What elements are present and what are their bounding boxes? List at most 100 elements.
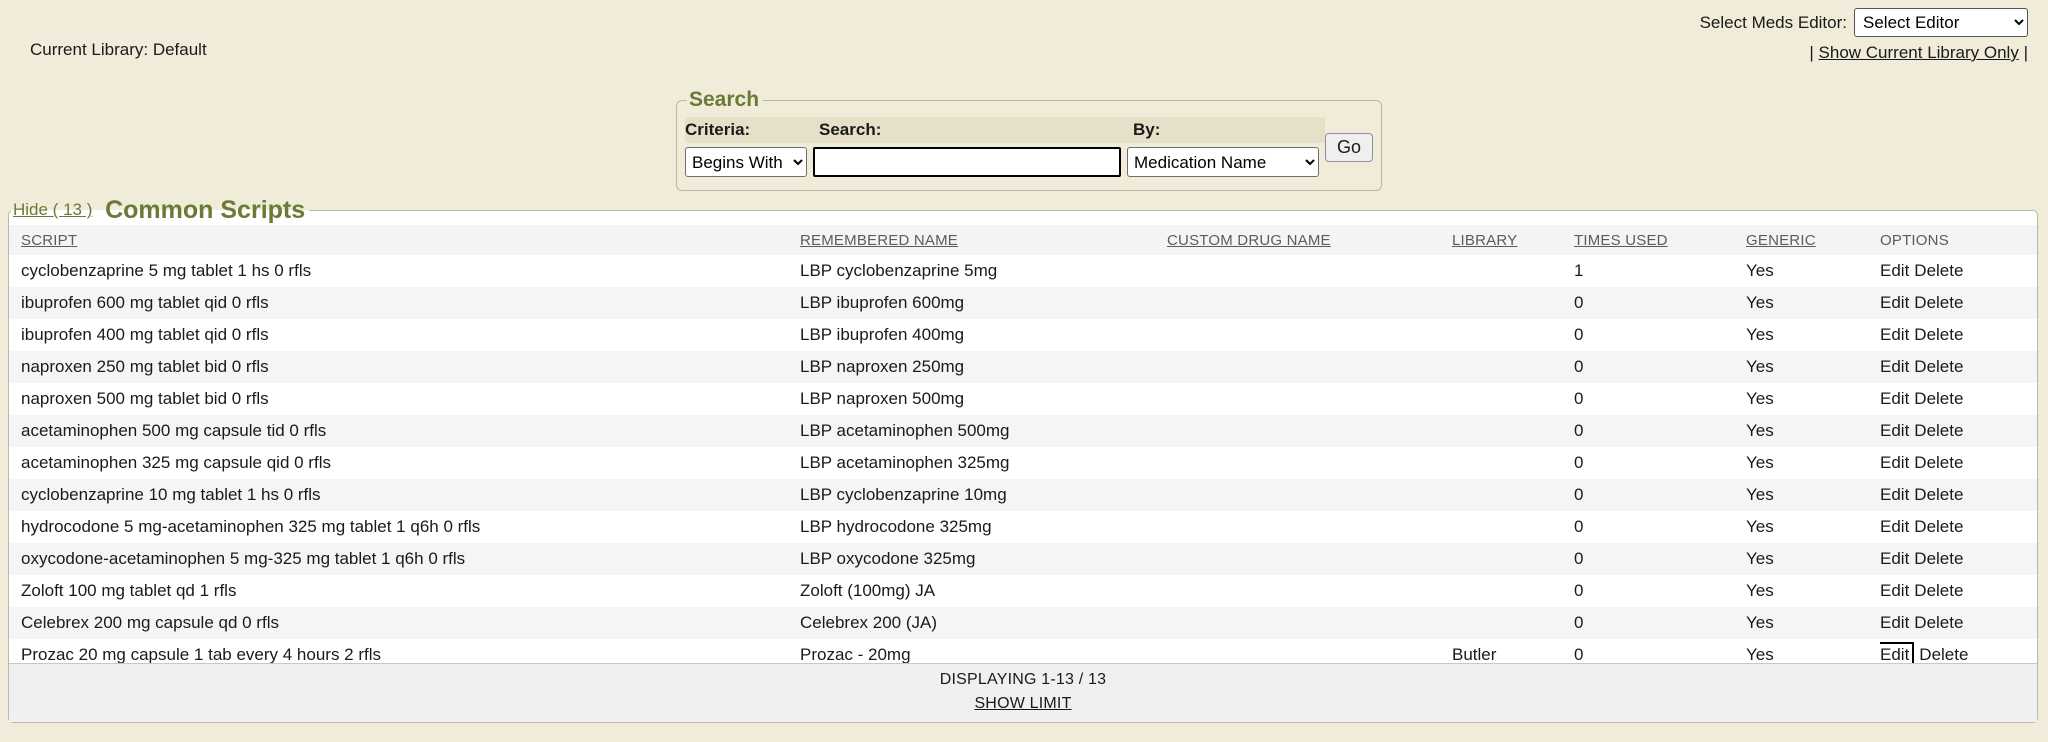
go-cell: Go	[1325, 117, 1373, 177]
script-cell: acetaminophen 325 mg capsule qid 0 rfls	[9, 447, 800, 479]
edit-link[interactable]: Edit	[1880, 261, 1909, 280]
remembered-name-cell: LBP acetaminophen 325mg	[800, 447, 1167, 479]
remembered-name-cell: LBP acetaminophen 500mg	[800, 415, 1167, 447]
delete-link[interactable]: Delete	[1914, 261, 1963, 280]
custom-drug-name-cell	[1167, 575, 1452, 607]
column-header-times-used[interactable]: TIMES USED	[1574, 225, 1746, 255]
times-used-cell: 0	[1574, 447, 1746, 479]
edit-link[interactable]: Edit	[1880, 485, 1909, 504]
table-footer: DISPLAYING 1-13 / 13 SHOW LIMIT	[9, 663, 2037, 722]
library-cell	[1452, 607, 1574, 639]
options-cell: Edit Delete	[1880, 287, 2037, 319]
search-cell	[813, 146, 1127, 177]
edit-link[interactable]: Edit	[1880, 293, 1909, 312]
delete-link[interactable]: Delete	[1914, 453, 1963, 472]
table-header: SCRIPT REMEMBERED NAME CUSTOM DRUG NAME …	[9, 225, 2037, 255]
column-header-script[interactable]: SCRIPT	[9, 225, 800, 255]
generic-cell: Yes	[1746, 543, 1880, 575]
common-scripts-table: SCRIPT REMEMBERED NAME CUSTOM DRUG NAME …	[9, 225, 2037, 671]
edit-link[interactable]: Edit	[1880, 517, 1909, 536]
options-cell: Edit Delete	[1880, 415, 2037, 447]
generic-cell: Yes	[1746, 511, 1880, 543]
times-used-cell: 0	[1574, 543, 1746, 575]
options-cell: Edit Delete	[1880, 575, 2037, 607]
delete-link[interactable]: Delete	[1914, 325, 1963, 344]
table-row: hydrocodone 5 mg-acetaminophen 325 mg ta…	[9, 511, 2037, 543]
table-row: cyclobenzaprine 5 mg tablet 1 hs 0 rflsL…	[9, 255, 2037, 287]
options-cell: Edit Delete	[1880, 351, 2037, 383]
go-button[interactable]: Go	[1325, 133, 1373, 162]
script-cell: naproxen 250 mg tablet bid 0 rfls	[9, 351, 800, 383]
delete-link[interactable]: Delete	[1914, 549, 1963, 568]
generic-cell: Yes	[1746, 255, 1880, 287]
custom-drug-name-cell	[1167, 319, 1452, 351]
delete-link[interactable]: Delete	[1914, 581, 1963, 600]
script-cell: oxycodone-acetaminophen 5 mg-325 mg tabl…	[9, 543, 800, 575]
search-input[interactable]	[813, 147, 1121, 177]
edit-link[interactable]: Edit	[1880, 453, 1909, 472]
search-fieldset: Search Criteria: Search: By: Go Begins W…	[676, 88, 1382, 191]
edit-link[interactable]: Edit	[1880, 325, 1909, 344]
table-row: naproxen 500 mg tablet bid 0 rflsLBP nap…	[9, 383, 2037, 415]
generic-cell: Yes	[1746, 383, 1880, 415]
criteria-select[interactable]: Begins With	[685, 147, 807, 177]
times-used-cell: 0	[1574, 607, 1746, 639]
column-header-remembered-name[interactable]: REMEMBERED NAME	[800, 225, 1167, 255]
remembered-name-cell: LBP cyclobenzaprine 5mg	[800, 255, 1167, 287]
edit-link[interactable]: Edit	[1880, 357, 1909, 376]
current-library-label: Current Library: Default	[30, 40, 207, 60]
times-used-cell: 0	[1574, 319, 1746, 351]
column-header-library[interactable]: LIBRARY	[1452, 225, 1574, 255]
column-header-options: OPTIONS	[1880, 225, 2037, 255]
table-row: oxycodone-acetaminophen 5 mg-325 mg tabl…	[9, 543, 2037, 575]
times-used-cell: 0	[1574, 479, 1746, 511]
generic-cell: Yes	[1746, 479, 1880, 511]
edit-link[interactable]: Edit	[1880, 549, 1909, 568]
delete-link[interactable]: Delete	[1919, 645, 1968, 664]
library-cell	[1452, 415, 1574, 447]
criteria-label: Criteria:	[685, 117, 813, 143]
by-cell: Medication Name	[1127, 146, 1325, 177]
library-cell	[1452, 319, 1574, 351]
column-header-custom-drug-name[interactable]: CUSTOM DRUG NAME	[1167, 225, 1452, 255]
edit-link[interactable]: Edit	[1880, 389, 1909, 408]
table-row: acetaminophen 325 mg capsule qid 0 rflsL…	[9, 447, 2037, 479]
displaying-count: DISPLAYING 1-13 / 13	[9, 671, 2037, 689]
script-cell: hydrocodone 5 mg-acetaminophen 325 mg ta…	[9, 511, 800, 543]
delete-link[interactable]: Delete	[1914, 389, 1963, 408]
pipe-left: |	[1809, 43, 1813, 62]
show-current-library-link[interactable]: Show Current Library Only	[1819, 43, 2019, 62]
top-bar-right: Select Meds Editor: Select Editor | Show…	[1700, 8, 2028, 63]
by-select[interactable]: Medication Name	[1127, 147, 1319, 177]
delete-link[interactable]: Delete	[1914, 421, 1963, 440]
custom-drug-name-cell	[1167, 511, 1452, 543]
delete-link[interactable]: Delete	[1914, 357, 1963, 376]
options-cell: Edit Delete	[1880, 511, 2037, 543]
remembered-name-cell: LBP ibuprofen 400mg	[800, 319, 1167, 351]
generic-cell: Yes	[1746, 415, 1880, 447]
times-used-cell: 0	[1574, 287, 1746, 319]
library-cell	[1452, 479, 1574, 511]
options-cell: Edit Delete	[1880, 255, 2037, 287]
script-cell: ibuprofen 400 mg tablet qid 0 rfls	[9, 319, 800, 351]
delete-link[interactable]: Delete	[1914, 517, 1963, 536]
times-used-cell: 0	[1574, 511, 1746, 543]
meds-editor-label: Select Meds Editor:	[1700, 13, 1847, 33]
edit-link[interactable]: Edit	[1880, 613, 1909, 632]
table-row: acetaminophen 500 mg capsule tid 0 rflsL…	[9, 415, 2037, 447]
delete-link[interactable]: Delete	[1914, 485, 1963, 504]
edit-link[interactable]: Edit	[1880, 581, 1909, 600]
script-cell: ibuprofen 600 mg tablet qid 0 rfls	[9, 287, 800, 319]
delete-link[interactable]: Delete	[1914, 293, 1963, 312]
table-row: cyclobenzaprine 10 mg tablet 1 hs 0 rfls…	[9, 479, 2037, 511]
column-header-generic[interactable]: GENERIC	[1746, 225, 1880, 255]
script-cell: Celebrex 200 mg capsule qd 0 rfls	[9, 607, 800, 639]
edit-link[interactable]: Edit	[1880, 421, 1909, 440]
show-library-row: | Show Current Library Only |	[1700, 43, 2028, 63]
hide-toggle-link[interactable]: Hide ( 13 )	[13, 200, 92, 219]
show-limit-link[interactable]: SHOW LIMIT	[974, 695, 1071, 713]
delete-link[interactable]: Delete	[1914, 613, 1963, 632]
table-row: Celebrex 200 mg capsule qd 0 rflsCelebre…	[9, 607, 2037, 639]
meds-editor-select[interactable]: Select Editor	[1854, 8, 2028, 37]
common-scripts-legend: Hide ( 13 ) Common Scripts	[11, 196, 309, 225]
